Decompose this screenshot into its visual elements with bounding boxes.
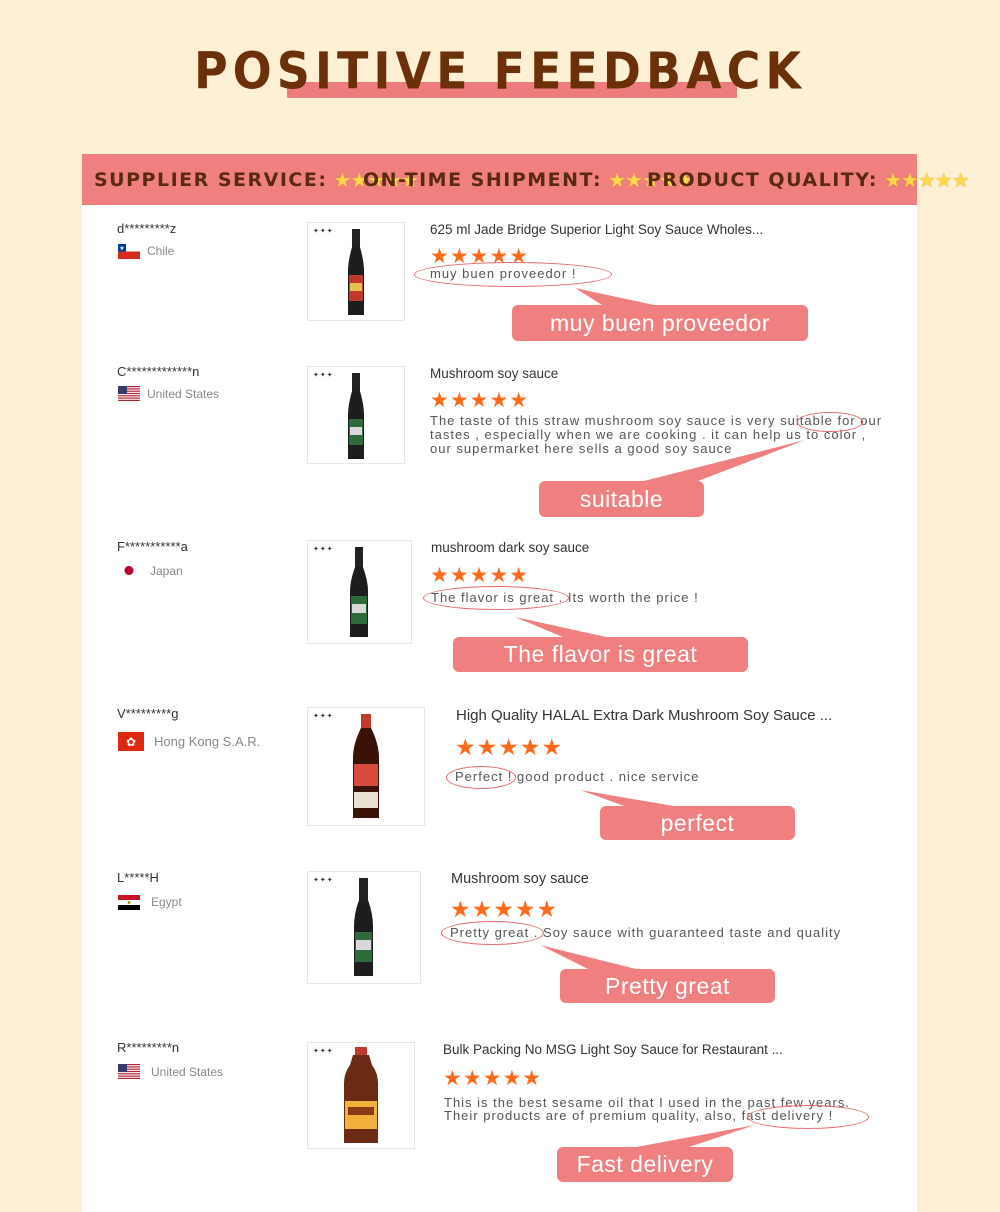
callout-badge: Fast delivery [557,1147,733,1182]
callout-pointer [620,1125,755,1150]
